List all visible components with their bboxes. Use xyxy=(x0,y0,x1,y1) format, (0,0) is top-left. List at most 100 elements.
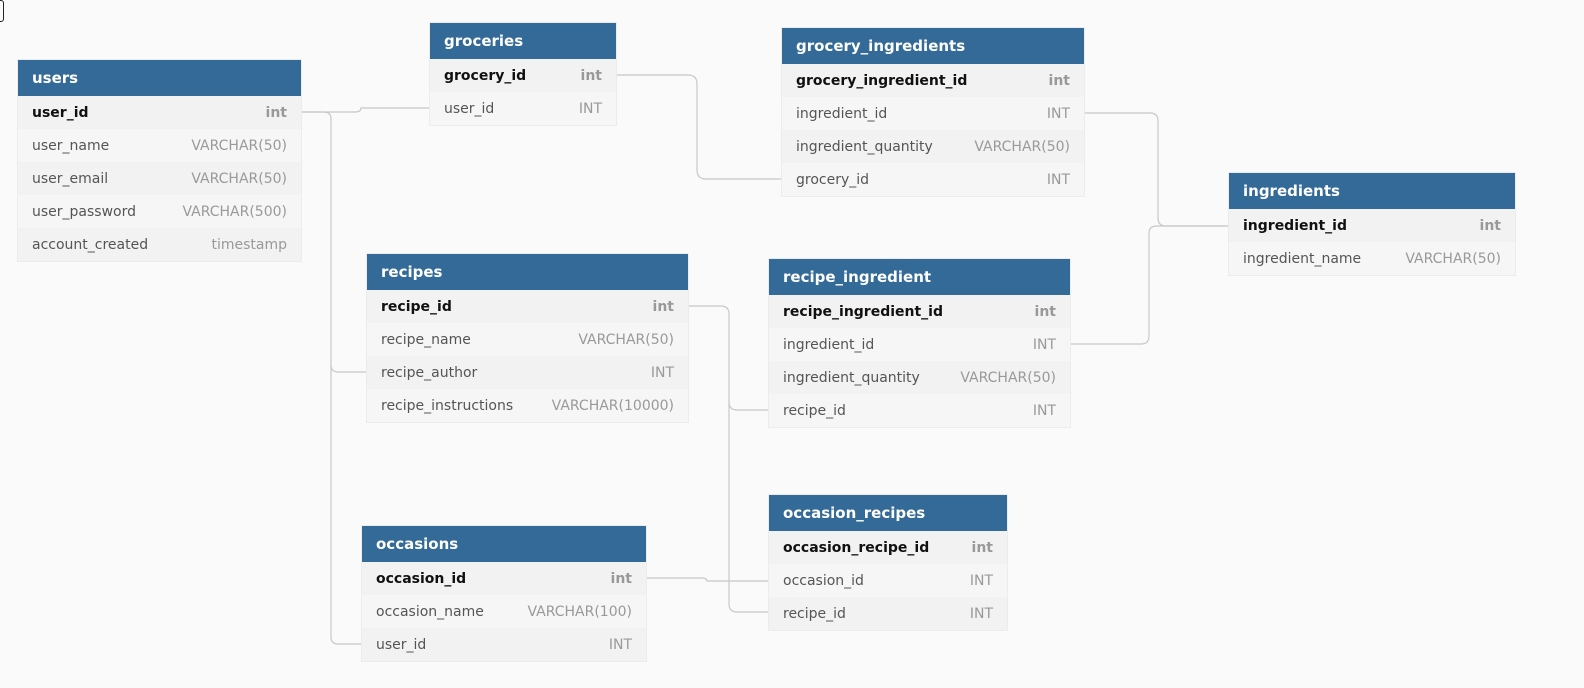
column-name: occasion_id xyxy=(783,572,864,589)
link-recipes-recipe-ingredient xyxy=(688,305,769,411)
column-type: INT xyxy=(1032,336,1056,353)
column-row[interactable]: occasion_id INT xyxy=(769,564,1007,597)
column-type: VARCHAR(100) xyxy=(527,603,632,620)
column-row[interactable]: recipe_id INT xyxy=(769,597,1007,630)
column-type: INT xyxy=(578,100,602,117)
column-type: int xyxy=(1048,72,1070,89)
column-type: int xyxy=(610,570,632,587)
column-row[interactable]: ingredient_name VARCHAR(50) xyxy=(1229,242,1515,275)
table-title[interactable]: recipe_ingredient xyxy=(769,259,1070,295)
table-groceries[interactable]: groceries grocery_id int user_id INT xyxy=(430,23,616,125)
column-row[interactable]: recipe_id int xyxy=(367,290,688,323)
column-type: VARCHAR(50) xyxy=(960,369,1056,386)
column-type: VARCHAR(50) xyxy=(191,137,287,154)
column-type: INT xyxy=(969,572,993,589)
column-type: INT xyxy=(1046,105,1070,122)
column-name: ingredient_quantity xyxy=(796,138,933,155)
column-type: INT xyxy=(650,364,674,381)
column-row[interactable]: occasion_name VARCHAR(100) xyxy=(362,595,646,628)
column-name: recipe_ingredient_id xyxy=(783,303,943,320)
column-type: INT xyxy=(969,605,993,622)
column-row[interactable]: ingredient_id INT xyxy=(782,97,1084,130)
link-users-recipes xyxy=(301,111,367,373)
column-type: int xyxy=(1479,217,1501,234)
table-title[interactable]: recipes xyxy=(367,254,688,290)
column-row[interactable]: recipe_ingredient_id int xyxy=(769,295,1070,328)
table-title[interactable]: users xyxy=(18,60,301,96)
table-ingredients[interactable]: ingredients ingredient_id int ingredient… xyxy=(1229,173,1515,275)
column-row[interactable]: user_email VARCHAR(50) xyxy=(18,162,301,195)
column-name: occasion_name xyxy=(376,603,484,620)
column-row[interactable]: occasion_id int xyxy=(362,562,646,595)
column-name: ingredient_quantity xyxy=(783,369,920,386)
column-row[interactable]: ingredient_id INT xyxy=(769,328,1070,361)
column-name: user_password xyxy=(32,203,137,220)
column-row[interactable]: user_name VARCHAR(50) xyxy=(18,129,301,162)
column-type: VARCHAR(500) xyxy=(182,203,287,220)
column-name: user_email xyxy=(32,170,109,187)
table-title[interactable]: grocery_ingredients xyxy=(782,28,1084,64)
column-type: VARCHAR(50) xyxy=(1405,250,1501,267)
table-occasion-recipes[interactable]: occasion_recipes occasion_recipe_id int … xyxy=(769,495,1007,630)
column-row[interactable]: user_id INT xyxy=(430,92,616,125)
column-type: int xyxy=(265,104,287,121)
column-type: VARCHAR(50) xyxy=(578,331,674,348)
column-name: user_id xyxy=(376,636,427,653)
column-row[interactable]: grocery_id INT xyxy=(782,163,1084,196)
column-name: grocery_id xyxy=(444,67,527,84)
table-users[interactable]: users user_id int user_name VARCHAR(50) … xyxy=(18,60,301,261)
link-recipe-ingredient-ingredients xyxy=(1070,225,1229,345)
column-name: user_name xyxy=(32,137,110,154)
column-name: ingredient_id xyxy=(796,105,888,122)
column-name: occasion_recipe_id xyxy=(783,539,930,556)
table-title[interactable]: occasion_recipes xyxy=(769,495,1007,531)
column-row[interactable]: recipe_author INT xyxy=(367,356,688,389)
column-name: grocery_ingredient_id xyxy=(796,72,968,89)
column-type: VARCHAR(50) xyxy=(974,138,1070,155)
column-row[interactable]: user_password VARCHAR(500) xyxy=(18,195,301,228)
column-type: INT xyxy=(1032,402,1056,419)
column-type: int xyxy=(971,539,993,556)
column-name: recipe_instructions xyxy=(381,397,514,414)
column-type: timestamp xyxy=(211,236,287,253)
column-name: occasion_id xyxy=(376,570,467,587)
column-type: int xyxy=(580,67,602,84)
column-name: user_id xyxy=(444,100,495,117)
column-row[interactable]: ingredient_id int xyxy=(1229,209,1515,242)
table-title[interactable]: ingredients xyxy=(1229,173,1515,209)
column-name: account_created xyxy=(32,236,149,253)
column-row[interactable]: ingredient_quantity VARCHAR(50) xyxy=(769,361,1070,394)
table-title[interactable]: occasions xyxy=(362,526,646,562)
column-type: VARCHAR(10000) xyxy=(551,397,674,414)
column-name: ingredient_id xyxy=(783,336,875,353)
column-row[interactable]: ingredient_quantity VARCHAR(50) xyxy=(782,130,1084,163)
column-row[interactable]: account_created timestamp xyxy=(18,228,301,261)
table-recipes[interactable]: recipes recipe_id int recipe_name VARCHA… xyxy=(367,254,688,422)
column-name: grocery_id xyxy=(796,171,870,188)
column-type: INT xyxy=(608,636,632,653)
column-name: recipe_id xyxy=(783,605,846,622)
table-recipe-ingredient[interactable]: recipe_ingredient recipe_ingredient_id i… xyxy=(769,259,1070,427)
column-name: user_id xyxy=(32,104,89,121)
column-name: ingredient_id xyxy=(1243,217,1347,234)
column-row[interactable]: user_id int xyxy=(18,96,301,129)
column-row[interactable]: grocery_ingredient_id int xyxy=(782,64,1084,97)
column-name: recipe_author xyxy=(381,364,478,381)
column-row[interactable]: recipe_id INT xyxy=(769,394,1070,427)
column-row[interactable]: grocery_id int xyxy=(430,59,616,92)
link-groceries-grocery-ingredients xyxy=(616,74,782,180)
column-name: recipe_name xyxy=(381,331,471,348)
column-row[interactable]: recipe_instructions VARCHAR(10000) xyxy=(367,389,688,422)
table-occasions[interactable]: occasions occasion_id int occasion_name … xyxy=(362,526,646,661)
table-grocery-ingredients[interactable]: grocery_ingredients grocery_ingredient_i… xyxy=(782,28,1084,196)
column-row[interactable]: occasion_recipe_id int xyxy=(769,531,1007,564)
column-type: INT xyxy=(1046,171,1070,188)
column-name: recipe_id xyxy=(783,402,846,419)
er-diagram-canvas: users user_id int user_name VARCHAR(50) … xyxy=(0,0,1584,688)
column-name: recipe_id xyxy=(381,298,452,315)
table-title[interactable]: groceries xyxy=(430,23,616,59)
column-row[interactable]: recipe_name VARCHAR(50) xyxy=(367,323,688,356)
column-row[interactable]: user_id INT xyxy=(362,628,646,661)
column-name: ingredient_name xyxy=(1243,250,1362,267)
link-grocery-ingredients-ingredients xyxy=(1084,112,1229,227)
